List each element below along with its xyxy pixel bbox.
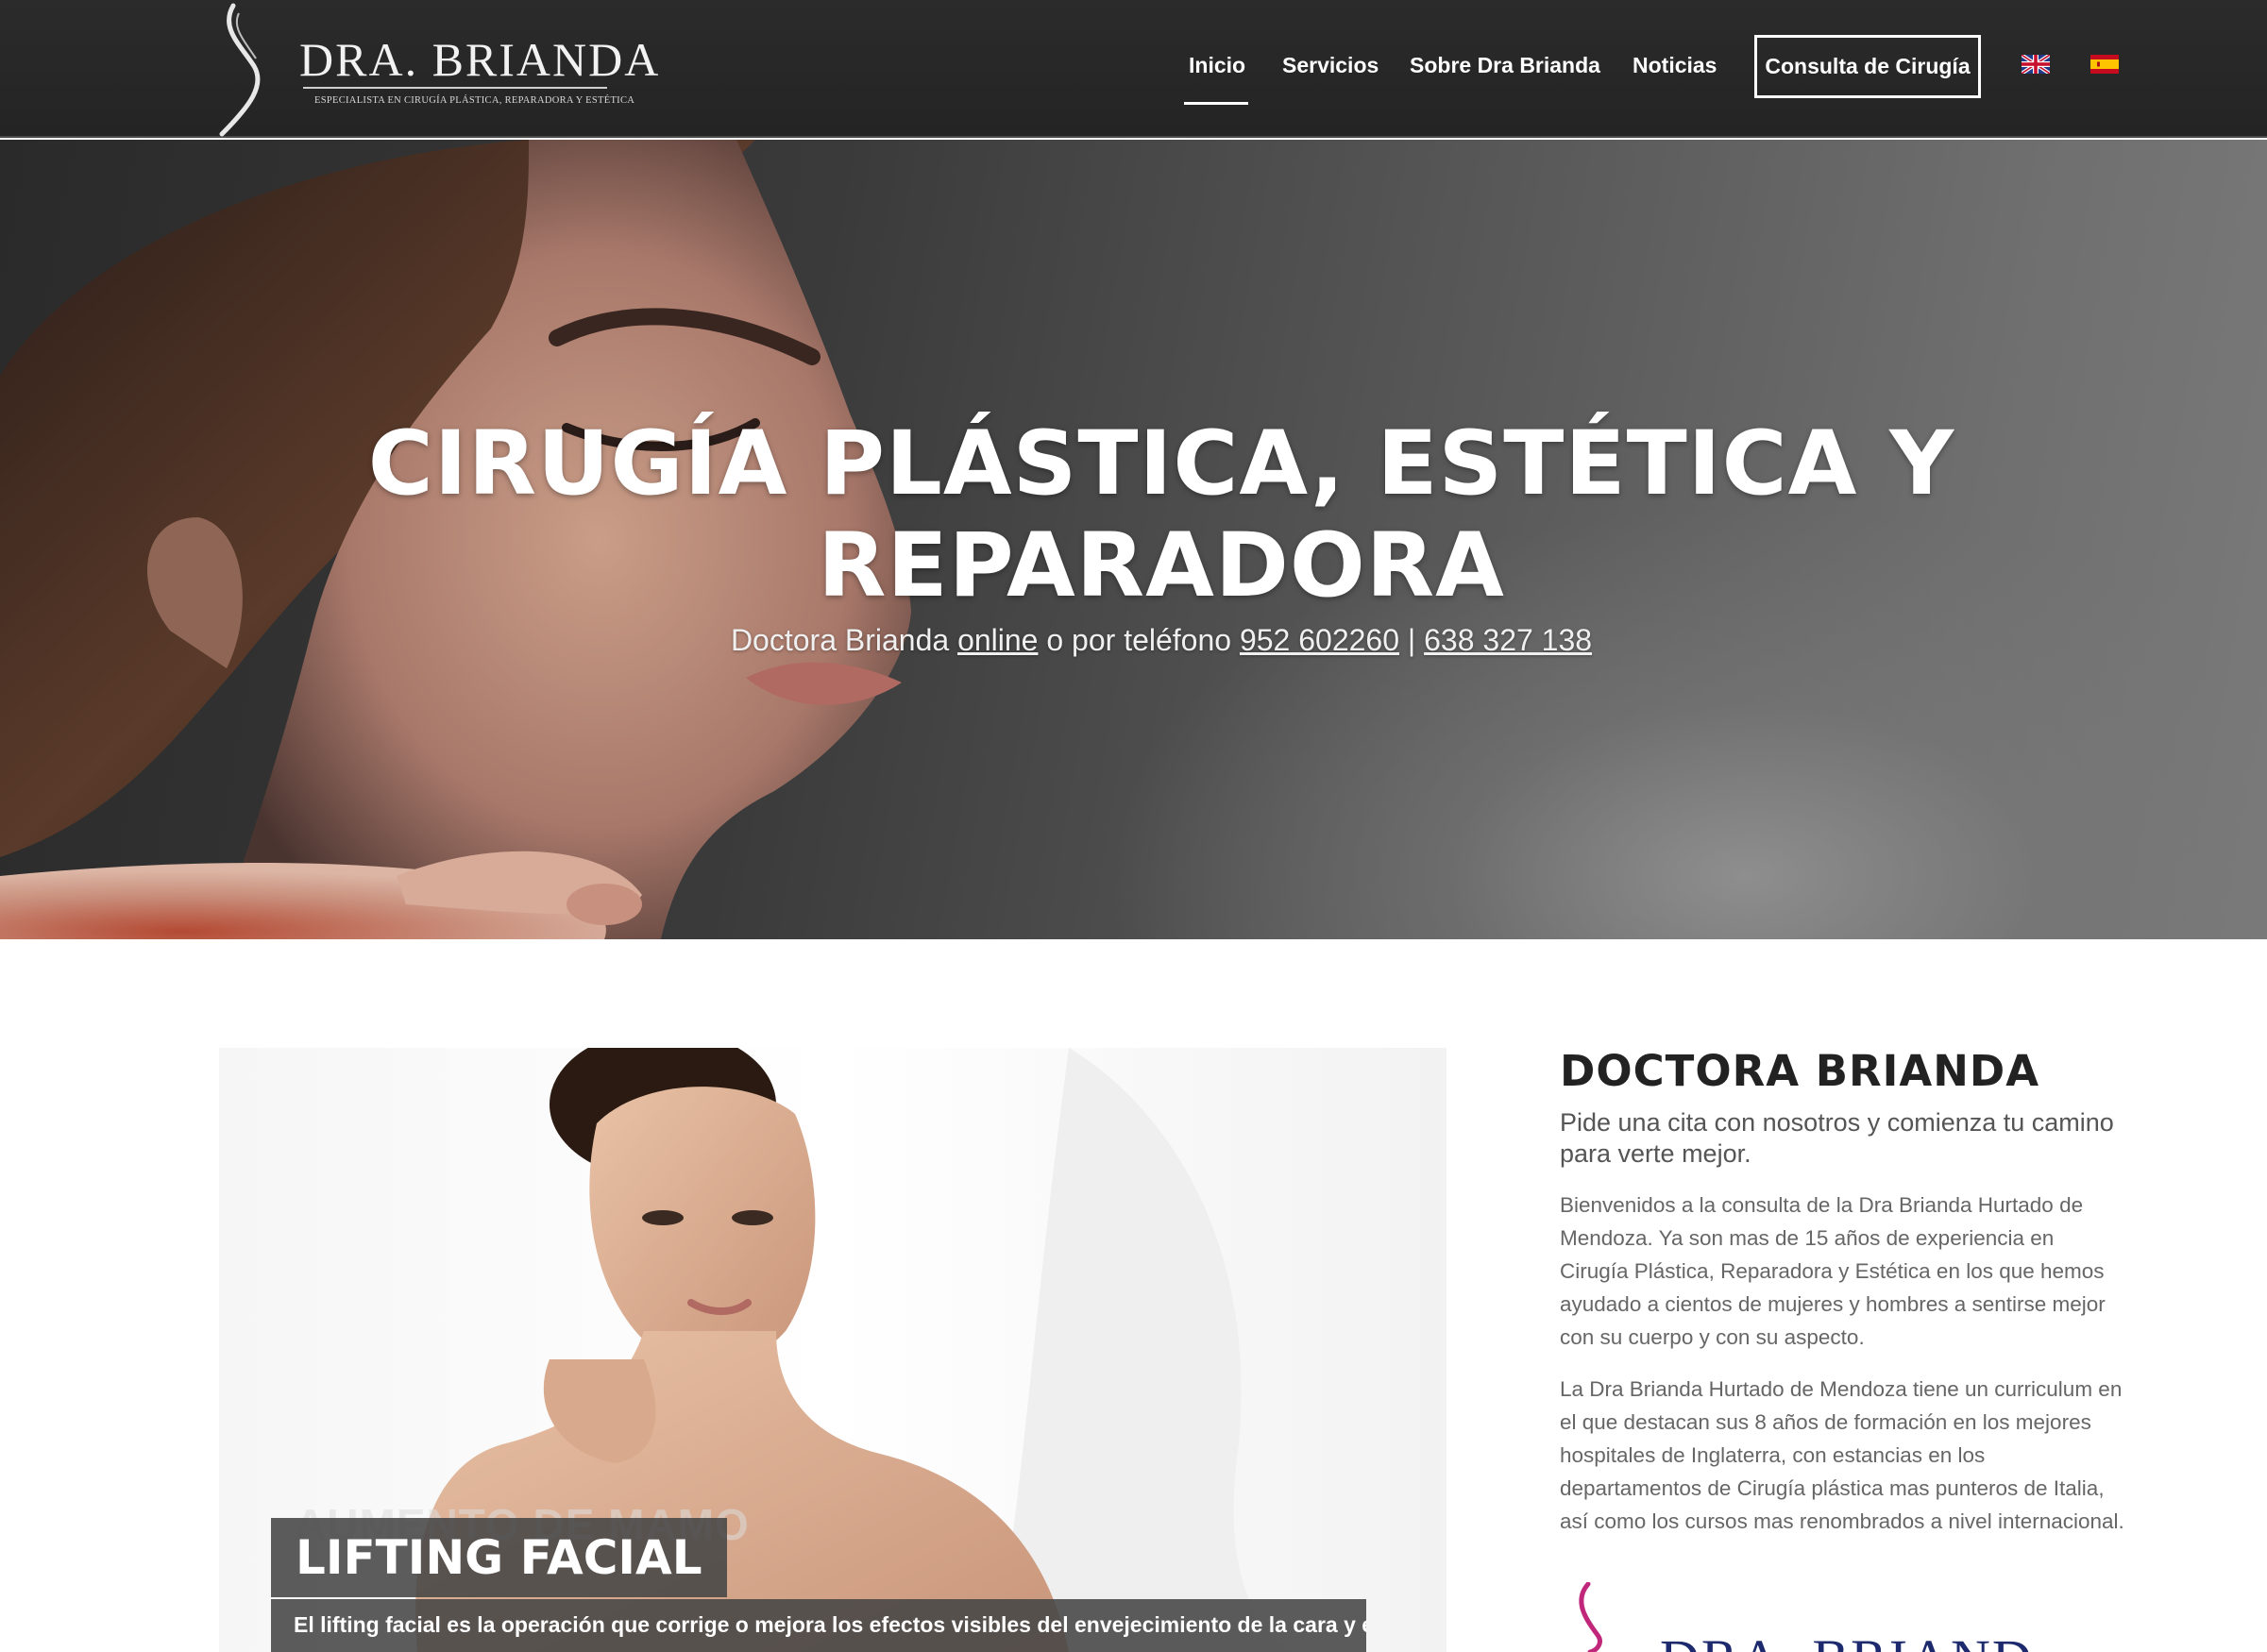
hero-banner: CIRUGÍA PLÁSTICA, ESTÉTICA Y REPARADORA …: [0, 140, 2267, 939]
intro-brand-logo: DRA. BRIANDA: [1560, 1582, 2032, 1652]
nav-item-servicios[interactable]: Servicios: [1282, 53, 1379, 78]
brand-logo[interactable]: DRA. BRIANDA ESPECIALISTA EN CIRUGÍA PLÁ…: [212, 0, 658, 138]
online-link[interactable]: online: [957, 623, 1038, 657]
intro-paragraph-2: La Dra Brianda Hurtado de Mendoza tiene …: [1560, 1377, 2124, 1533]
hero-contact-line: Doctora Brianda online o por teléfono 95…: [359, 623, 1964, 658]
hero-sub-middle: o por teléfono: [1038, 623, 1240, 657]
hero-title-line-1: CIRUGÍA PLÁSTICA, ESTÉTICA Y: [367, 413, 1955, 515]
slide-title[interactable]: LIFTING FACIAL: [271, 1518, 727, 1597]
nav-active-indicator: [1184, 102, 1248, 105]
intro-logo-title: DRA. BRIANDA: [1660, 1627, 2032, 1652]
intro-heading-bold: BRIANDA: [1815, 1046, 2040, 1096]
nav-item-sobre-dra-brianda[interactable]: Sobre Dra Brianda: [1410, 53, 1600, 78]
intro-lead: Pide una cita con nosotros y comienza tu…: [1560, 1108, 2114, 1168]
hero-sub-prefix: Doctora Brianda: [730, 623, 958, 657]
hero-title: CIRUGÍA PLÁSTICA, ESTÉTICA Y REPARADORA: [359, 413, 1964, 617]
phone-link-2[interactable]: 638 327 138: [1424, 623, 1592, 657]
intro-paragraph-1: Bienvenidos a la consulta de la Dra Bria…: [1560, 1193, 2106, 1349]
phone-link-1[interactable]: 952 602260: [1240, 623, 1399, 657]
logo-divider: [303, 87, 607, 89]
logo-swirl-icon: [1579, 1582, 1602, 1652]
doctor-intro: DOCTORA BRIANDA Pide una cita con nosotr…: [1560, 1046, 2126, 1538]
service-slider[interactable]: AUMENTO DE MAMO LIFTING FACIAL El liftin…: [219, 1048, 1446, 1652]
logo-title: DRA. BRIANDA: [299, 33, 661, 86]
intro-heading-light: DOCTORA: [1560, 1046, 1816, 1096]
consulta-cirugia-button[interactable]: Consulta de Cirugía: [1754, 35, 1981, 98]
logo-tagline: ESPECIALISTA EN CIRUGÍA PLÁSTICA, REPARA…: [314, 95, 635, 106]
intro-heading: DOCTORA BRIANDA: [1560, 1046, 2126, 1096]
english-flag-icon[interactable]: [2022, 55, 2050, 74]
hero-title-line-2: REPARADORA: [818, 514, 1505, 617]
phone-separator: |: [1399, 623, 1425, 657]
site-header: DRA. BRIANDA ESPECIALISTA EN CIRUGÍA PLÁ…: [0, 0, 2267, 138]
logo-swirl-icon: [219, 3, 261, 137]
nav-item-inicio[interactable]: Inicio: [1189, 53, 1245, 78]
spanish-flag-icon[interactable]: [2090, 55, 2119, 74]
slide-caption: El lifting facial es la operación que co…: [271, 1599, 1366, 1652]
nav-item-noticias[interactable]: Noticias: [1633, 53, 1717, 78]
